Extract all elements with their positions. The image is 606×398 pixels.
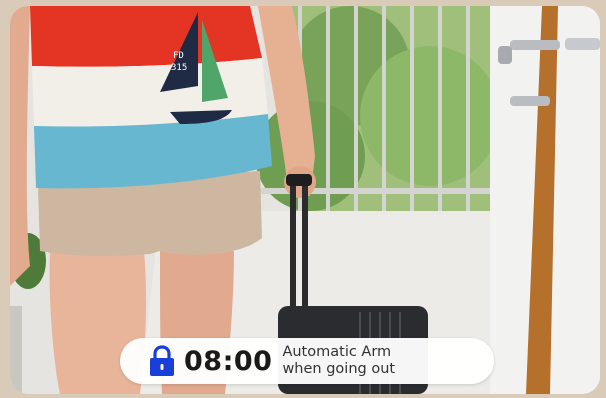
photo-frame: FD 315 08:00 Automatic Arm when going ou… — [10, 6, 600, 394]
arm-description-line2: when going out — [282, 361, 396, 377]
shirt-white-stripe — [32, 58, 268, 127]
shirt-red-stripe — [30, 6, 262, 67]
door-lock — [510, 96, 550, 106]
suitcase-handle-grip — [286, 174, 312, 186]
plant-pot — [10, 306, 22, 394]
arm-description: Automatic Arm when going out — [282, 344, 395, 378]
arm-time: 08:00 — [184, 345, 273, 377]
arm-description-line1: Automatic Arm — [282, 344, 392, 360]
lock-icon — [148, 344, 176, 378]
shirt-print-text: FD — [173, 51, 184, 61]
photo-scene: FD 315 — [10, 6, 600, 394]
auto-arm-caption: 08:00 Automatic Arm when going out — [120, 338, 494, 384]
shirt-print-text: 315 — [171, 63, 187, 73]
door-handle — [510, 40, 560, 50]
lock-icon-svg — [150, 345, 174, 376]
tree-foliage — [360, 46, 500, 186]
door-handle — [498, 46, 512, 64]
door-handle — [565, 38, 600, 50]
